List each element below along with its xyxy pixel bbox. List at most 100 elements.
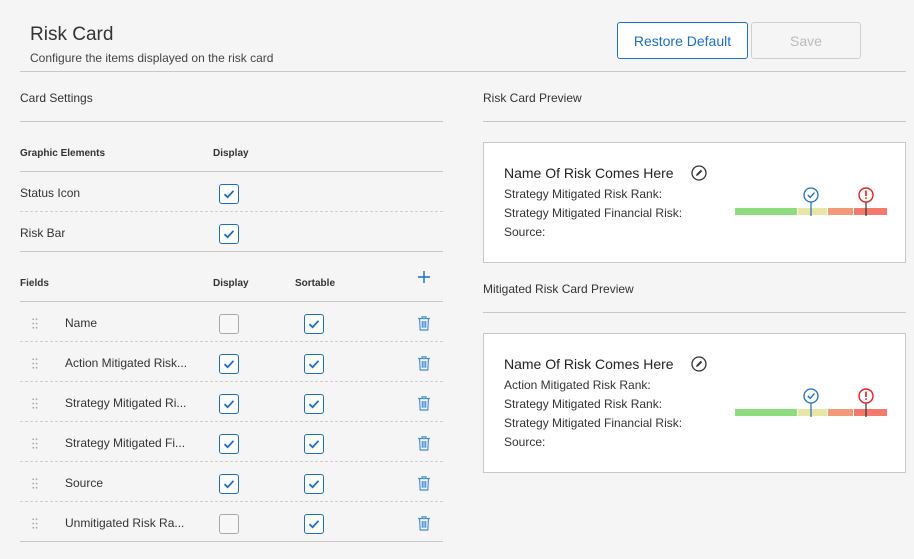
divider	[483, 121, 906, 122]
row-divider	[20, 381, 443, 382]
checkmark-icon	[308, 360, 320, 369]
risk-bar-green	[735, 208, 797, 215]
header-divider	[20, 71, 906, 72]
checkmark-icon	[223, 230, 235, 239]
exclamation-circle-icon	[858, 187, 874, 203]
trash-icon[interactable]	[417, 435, 431, 451]
risk-bar-orange	[828, 409, 853, 416]
divider	[20, 541, 443, 542]
drag-handle-icon[interactable]	[32, 516, 38, 529]
checkmark-icon	[223, 360, 235, 369]
trash-icon[interactable]	[417, 355, 431, 371]
row-divider	[20, 341, 443, 342]
divider	[20, 121, 443, 122]
card-line: Source:	[504, 225, 546, 239]
checkmark-icon	[308, 480, 320, 489]
risk-bar-red	[854, 409, 887, 416]
risk-name: Name Of Risk Comes Here	[504, 165, 674, 181]
graphic-display-checkbox[interactable]	[219, 224, 239, 244]
risk-bar-orange	[828, 208, 853, 215]
graphic-item-label: Risk Bar	[20, 226, 66, 240]
field-label: Unmitigated Risk Ra...	[65, 516, 185, 530]
risk-bar-green	[735, 409, 797, 416]
field-sortable-checkbox[interactable]	[304, 514, 324, 534]
field-label: Strategy Mitigated Fi...	[65, 436, 186, 450]
field-sortable-checkbox[interactable]	[304, 434, 324, 454]
row-divider	[20, 421, 443, 422]
graphic-display-checkbox[interactable]	[219, 184, 239, 204]
card-line: Source:	[504, 435, 546, 449]
trash-icon[interactable]	[417, 315, 431, 331]
add-field-icon[interactable]	[417, 270, 431, 284]
checkmark-icon	[223, 480, 235, 489]
fields-header: Fields	[20, 278, 49, 289]
risk-bar-red	[854, 208, 887, 215]
risk-bar-yellow	[798, 208, 827, 215]
risk-bar-yellow	[798, 409, 827, 416]
check-circle-icon	[803, 187, 819, 203]
fields-display-header: Display	[213, 278, 249, 289]
trash-icon[interactable]	[417, 475, 431, 491]
field-display-checkbox[interactable]	[219, 514, 239, 534]
field-label: Name	[65, 316, 98, 330]
field-display-checkbox[interactable]	[219, 394, 239, 414]
trash-icon[interactable]	[417, 395, 431, 411]
drag-handle-icon[interactable]	[32, 476, 38, 489]
field-label: Action Mitigated Risk...	[65, 356, 188, 370]
checkmark-icon	[308, 440, 320, 449]
page-title: Risk Card	[30, 24, 114, 45]
row-divider	[20, 501, 443, 502]
divider	[20, 301, 443, 302]
risk-bar	[735, 388, 887, 417]
drag-handle-icon[interactable]	[32, 396, 38, 409]
graphic-elements-header: Graphic Elements	[20, 148, 106, 159]
field-label: Source	[65, 476, 104, 490]
card-line: Strategy Mitigated Financial Risk:	[504, 416, 683, 430]
checkmark-icon	[308, 320, 320, 329]
exclamation-circle-icon	[858, 388, 874, 404]
field-label: Strategy Mitigated Ri...	[65, 396, 187, 410]
drag-handle-icon[interactable]	[32, 356, 38, 369]
row-divider	[20, 211, 443, 212]
risk-card-preview-title: Risk Card Preview	[483, 91, 582, 105]
checkmark-icon	[223, 190, 235, 199]
field-sortable-checkbox[interactable]	[304, 394, 324, 414]
field-display-checkbox[interactable]	[219, 434, 239, 454]
card-line: Strategy Mitigated Risk Rank:	[504, 397, 663, 411]
field-display-checkbox[interactable]	[219, 474, 239, 494]
restore-default-button[interactable]: Restore Default	[617, 22, 748, 59]
divider	[20, 171, 443, 172]
page-subtitle: Configure the items displayed on the ris…	[30, 51, 274, 65]
checkmark-icon	[223, 440, 235, 449]
risk-bar	[735, 187, 887, 216]
save-button[interactable]: Save	[751, 22, 861, 59]
checkmark-icon	[308, 520, 320, 529]
field-display-checkbox[interactable]	[219, 314, 239, 334]
mitigated-preview-title: Mitigated Risk Card Preview	[483, 282, 634, 296]
field-display-checkbox[interactable]	[219, 354, 239, 374]
card-line: Strategy Mitigated Risk Rank:	[504, 187, 663, 201]
check-circle-icon	[803, 388, 819, 404]
edit-icon[interactable]	[691, 165, 707, 181]
field-sortable-checkbox[interactable]	[304, 354, 324, 374]
fields-sortable-header: Sortable	[295, 278, 336, 289]
edit-icon[interactable]	[691, 356, 707, 372]
risk-name: Name Of Risk Comes Here	[504, 356, 674, 372]
checkmark-icon	[223, 400, 235, 409]
risk-card-preview: Name Of Risk Comes Here Strategy Mitigat…	[483, 142, 906, 263]
trash-icon[interactable]	[417, 515, 431, 531]
graphic-display-header: Display	[213, 148, 249, 159]
card-line: Action Mitigated Risk Rank:	[504, 378, 651, 392]
checkmark-icon	[308, 400, 320, 409]
divider	[20, 251, 443, 252]
divider	[483, 312, 906, 313]
drag-handle-icon[interactable]	[32, 316, 38, 329]
card-line: Strategy Mitigated Financial Risk:	[504, 206, 683, 220]
card-settings-title: Card Settings	[20, 91, 93, 105]
graphic-item-label: Status Icon	[20, 186, 81, 200]
row-divider	[20, 461, 443, 462]
drag-handle-icon[interactable]	[32, 436, 38, 449]
mitigated-risk-card-preview: Name Of Risk Comes Here Action Mitigated…	[483, 333, 906, 473]
field-sortable-checkbox[interactable]	[304, 474, 324, 494]
field-sortable-checkbox[interactable]	[304, 314, 324, 334]
